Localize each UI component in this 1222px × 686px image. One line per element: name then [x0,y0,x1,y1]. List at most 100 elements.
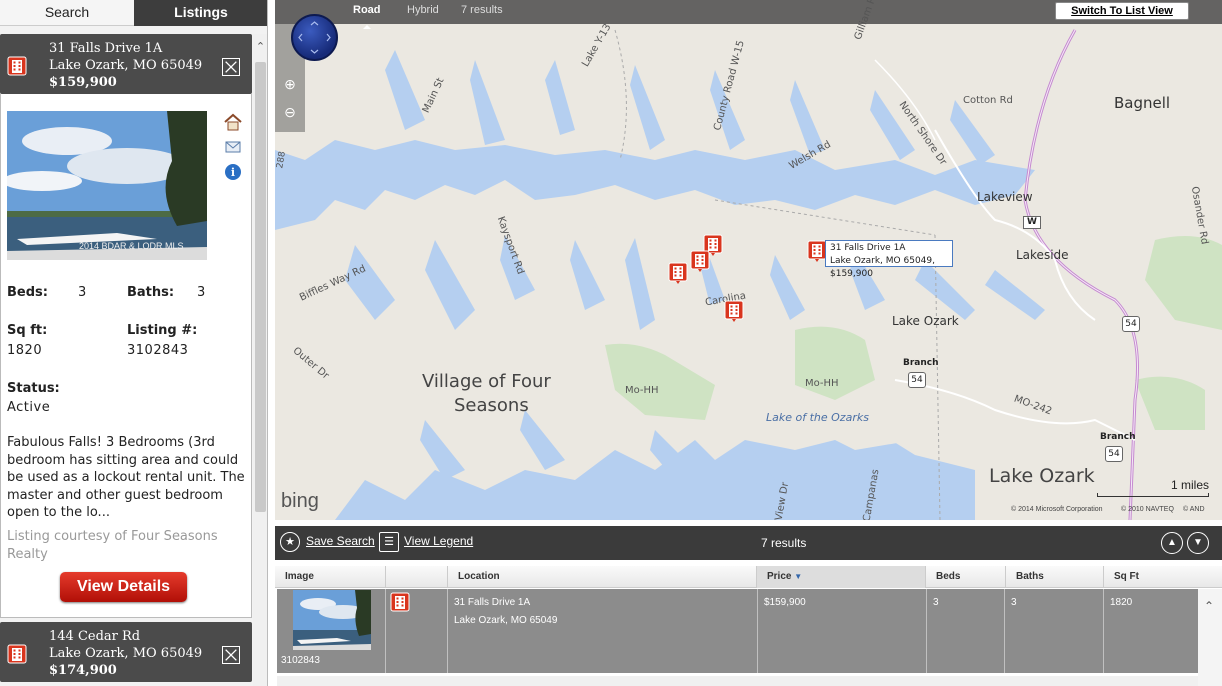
map-label-lake-ozark-city: Lake Ozark [989,465,1095,487]
row-address: 31 Falls Drive 1A [454,597,531,608]
map-view[interactable]: Road Hybrid 7 results Switch To List Vie… [275,0,1222,520]
cell-location: 31 Falls Drive 1A Lake Ozark, MO 65049 [448,589,758,673]
status-label: Status: [7,381,60,396]
row-city: Lake Ozark, MO 65049 [454,615,558,626]
collapse-down-icon[interactable]: ▼ [1187,532,1209,554]
listing-photo[interactable]: 2014 BDAR & LODR MLS [7,111,207,260]
cell-type [386,589,448,673]
cell-beds: 3 [927,589,1005,673]
left-panel: Search Listings 31 Falls Drive 1A Lake O… [0,0,268,686]
listing-city: Lake Ozark, MO 65049 [49,646,203,661]
listing-scrollbar[interactable]: ⌃ [253,34,267,686]
map-pin[interactable] [668,262,688,284]
building-icon [390,592,410,612]
view-legend-link[interactable]: View Legend [404,534,473,548]
scrollbar-thumb[interactable] [255,62,266,512]
close-icon[interactable] [222,646,240,664]
sqft-label: Sq ft: [7,323,48,338]
listing-city: Lake Ozark, MO 65049 [49,58,203,73]
popup-address: 31 Falls Drive 1A [830,243,906,253]
map-pin-selected[interactable] [807,240,827,262]
map-label-cotton-rd: Cotton Rd [963,95,1013,106]
column-header-type[interactable] [386,566,448,588]
beds-label: Beds: [7,285,48,300]
mail-icon[interactable] [223,137,243,157]
tab-listings[interactable]: Listings [134,0,267,26]
listing-address: 144 Cedar Rd [49,629,141,644]
listing-header-2[interactable]: 144 Cedar Rd Lake Ozark, MO 65049 $174,9… [0,622,252,682]
map-results-count: 7 results [461,4,503,16]
expand-up-icon[interactable]: ▲ [1161,532,1183,554]
chevron-up-icon[interactable]: ⌃ [1204,599,1214,613]
table-row[interactable] [277,676,1198,686]
save-search-link[interactable]: Save Search [306,534,375,548]
route-w-shield: W [1023,216,1041,229]
close-icon[interactable] [222,58,240,76]
route-54-shield: 54 [908,372,926,388]
popup-city-price: Lake Ozark, MO 65049, $159,900 [830,256,935,279]
panel-tabs: Search Listings [0,0,267,26]
switch-to-list-view-button[interactable]: Switch To List View [1055,2,1189,20]
building-icon [7,56,27,76]
map-label-seasons: Seasons [454,395,529,416]
copyright-and: © AND [1183,506,1205,513]
listing-address: 31 Falls Drive 1A [49,41,163,56]
map-label-branch-2: Branch [1100,432,1136,442]
listing-courtesy: Listing courtesy of Four Seasons Realty [7,529,218,562]
column-header-beds[interactable]: Beds [926,566,1006,588]
cell-price: $159,900 [758,589,927,673]
map-canvas [275,0,1222,520]
chevron-up-icon[interactable]: ⌃ [255,40,266,53]
map-type-road[interactable]: Road [353,4,381,29]
baths-value: 3 [197,285,206,300]
map-scale: 1 miles [1097,478,1209,497]
zoom-in-icon[interactable]: ⊕ [281,76,299,94]
tab-search[interactable]: Search [0,0,134,26]
column-header-image[interactable]: Image [275,566,386,588]
table-row[interactable]: 3102843 31 Falls Drive 1A Lake Ozark, MO… [277,589,1198,673]
status-value: Active [7,400,51,415]
legend-list-icon[interactable]: ☰ [379,532,399,552]
map-label-village: Village of Four [422,371,551,392]
scale-bar [1097,493,1209,497]
map-label-lake-of-the-ozarks: Lake of the Ozarks [766,411,869,424]
column-header-sqft[interactable]: Sq Ft [1104,566,1222,588]
star-icon[interactable]: ★ [280,532,300,552]
building-icon [7,644,27,664]
column-header-location[interactable]: Location [448,566,757,588]
view-details-button[interactable]: View Details [60,572,187,602]
map-label-lakeside: Lakeside [1016,248,1069,262]
copyright-navteq: © 2010 NAVTEQ [1121,506,1174,513]
compass-pan-control[interactable] [291,14,338,61]
results-toolbar: ★ Save Search ☰ View Legend 7 results ▲ … [275,526,1222,560]
map-label-mo-hh-1: Mo-HH [625,385,659,396]
map-label-lakeview: Lakeview [977,190,1033,204]
map-type-hybrid[interactable]: Hybrid [407,4,439,16]
route-54-shield: 54 [1122,316,1140,332]
beds-value: 3 [78,285,87,300]
cell-image: 3102843 [277,589,386,673]
listing-price: $159,900 [49,75,117,90]
column-header-baths[interactable]: Baths [1006,566,1104,588]
svg-text:i: i [231,166,235,179]
copyright-microsoft: © 2014 Microsoft Corporation [1011,506,1103,513]
results-count: 7 results [761,536,807,550]
photo-caption: 2014 BDAR & LODR MLS [79,241,184,251]
route-54-shield: 54 [1105,446,1123,462]
info-icon[interactable]: i [223,162,243,182]
listing-number-label: Listing #: [127,323,198,338]
baths-label: Baths: [127,285,175,300]
row-thumbnail[interactable] [293,590,371,650]
cell-baths: 3 [1005,589,1104,673]
column-header-price[interactable]: Price ▼ [757,566,926,588]
map-pin[interactable] [690,250,710,272]
results-table-header: Image Location Price ▼ Beds Baths Sq Ft [275,566,1222,588]
home-icon[interactable] [223,112,243,132]
results-scrollbar[interactable]: ⌃ [1198,589,1222,686]
map-pin-popup[interactable]: 31 Falls Drive 1A Lake Ozark, MO 65049, … [825,240,953,279]
zoom-out-icon[interactable]: ⊖ [281,104,299,122]
listing-description: Fabulous Falls! 3 Bedrooms (3rd bedroom … [7,435,245,520]
map-pin[interactable] [724,300,744,322]
listing-header-1[interactable]: 31 Falls Drive 1A Lake Ozark, MO 65049 $… [0,34,252,94]
map-label-branch-1: Branch [903,358,939,368]
